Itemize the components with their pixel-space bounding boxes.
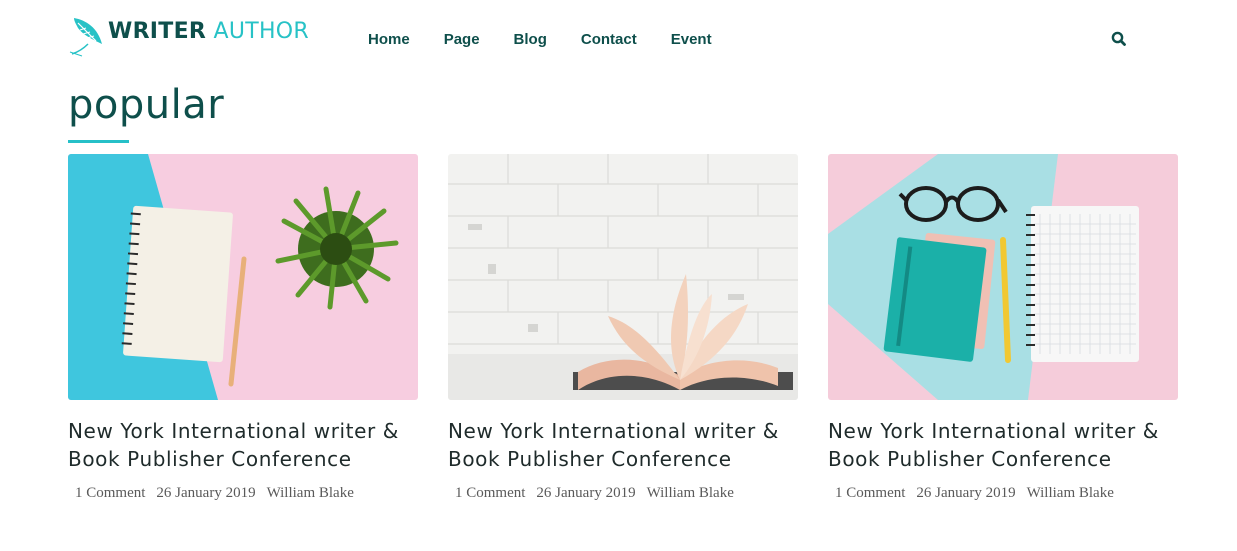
logo-text-bold: WRITER [108, 19, 207, 44]
post-meta: 1 Comment 26 January 2019 William Blake [828, 485, 1178, 502]
post-card[interactable]: New York International writer & Book Pub… [68, 154, 418, 502]
nav-blog[interactable]: Blog [514, 31, 547, 48]
post-image-notebook-plant[interactable] [68, 154, 418, 400]
post-title-line-1: New York International writer & [828, 419, 1160, 443]
logo-text: WRITER AUTHOR [108, 21, 309, 43]
post-title-line-2: Book Publisher Conference [68, 447, 352, 471]
post-comments[interactable]: 1 Comment [455, 485, 525, 502]
post-card[interactable]: New York International writer & Book Pub… [448, 154, 798, 502]
nav-event[interactable]: Event [671, 31, 712, 48]
nav-home[interactable]: Home [368, 31, 410, 48]
nav-contact[interactable]: Contact [581, 31, 637, 48]
post-card[interactable]: New York International writer & Book Pub… [828, 154, 1178, 502]
main-nav: Home Page Blog Contact Event [368, 31, 746, 48]
feather-quill-icon [69, 18, 102, 57]
post-author[interactable]: William Blake [647, 485, 734, 502]
post-author[interactable]: William Blake [267, 485, 354, 502]
post-title[interactable]: New York International writer & Book Pub… [68, 417, 418, 473]
search-icon[interactable] [1110, 30, 1128, 48]
post-date[interactable]: 26 January 2019 [916, 485, 1015, 502]
post-date[interactable]: 26 January 2019 [156, 485, 255, 502]
post-meta: 1 Comment 26 January 2019 William Blake [68, 485, 418, 502]
site-logo[interactable]: WRITER AUTHOR [68, 14, 309, 58]
section-title: popular [68, 82, 225, 128]
post-title-line-1: New York International writer & [448, 419, 780, 443]
post-meta: 1 Comment 26 January 2019 William Blake [448, 485, 798, 502]
post-author[interactable]: William Blake [1027, 485, 1114, 502]
logo-text-light: AUTHOR [213, 19, 310, 44]
title-underline [68, 140, 129, 143]
post-comments[interactable]: 1 Comment [835, 485, 905, 502]
post-image-glasses-notebooks[interactable] [828, 154, 1178, 400]
post-date[interactable]: 26 January 2019 [536, 485, 635, 502]
nav-page[interactable]: Page [444, 31, 480, 48]
post-title[interactable]: New York International writer & Book Pub… [828, 417, 1178, 473]
post-title-line-2: Book Publisher Conference [448, 447, 732, 471]
popular-cards: New York International writer & Book Pub… [68, 154, 1178, 502]
post-title-line-2: Book Publisher Conference [828, 447, 1112, 471]
post-title-line-1: New York International writer & [68, 419, 400, 443]
post-title[interactable]: New York International writer & Book Pub… [448, 417, 798, 473]
site-header: WRITER AUTHOR Home Page Blog Contact Eve… [0, 0, 1237, 78]
post-comments[interactable]: 1 Comment [75, 485, 145, 502]
post-image-open-book[interactable] [448, 154, 798, 400]
